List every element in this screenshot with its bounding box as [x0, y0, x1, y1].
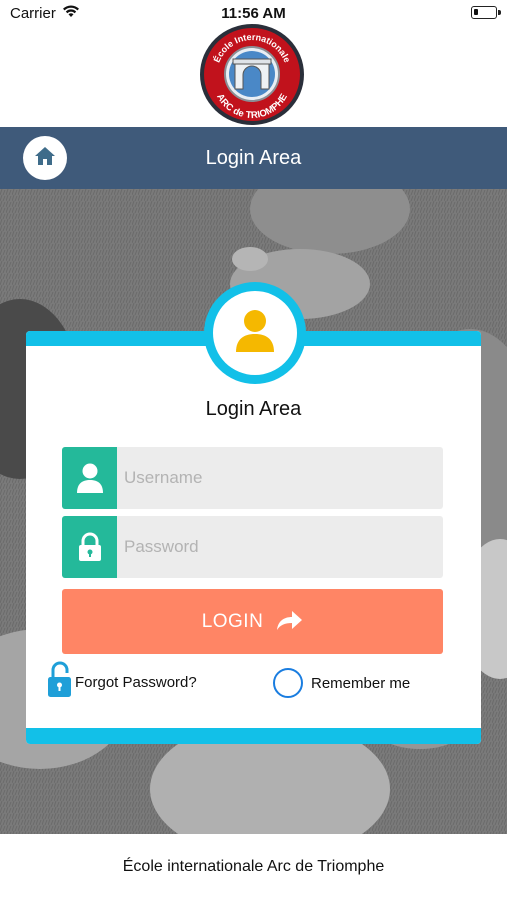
footer-text: École internationale Arc de Triomphe — [122, 858, 385, 875]
footer: École internationale Arc de Triomphe — [0, 834, 507, 900]
forgot-password-label: Forgot Password? — [75, 673, 197, 691]
username-field — [62, 447, 443, 509]
avatar — [204, 282, 306, 384]
header-title: Login Area — [205, 147, 302, 169]
user-icon — [235, 309, 275, 358]
username-input[interactable] — [117, 447, 443, 509]
remember-me-toggle[interactable]: Remember me — [273, 667, 410, 699]
user-icon — [62, 447, 117, 509]
unlock-icon — [45, 661, 73, 704]
login-button-label: LOGIN — [201, 610, 264, 632]
card-title: Login Area — [205, 398, 302, 420]
remember-me-radio[interactable] — [273, 668, 303, 698]
share-arrow-icon — [275, 609, 303, 634]
header-bar: Login Area — [0, 127, 507, 189]
password-input[interactable] — [117, 516, 443, 578]
school-logo: École Internationale ARC de TRIOMPHE — [199, 23, 305, 126]
clock: 11:56 AM — [221, 5, 286, 22]
password-field — [62, 516, 443, 578]
card-bottom-stripe — [26, 728, 481, 744]
forgot-password-link[interactable]: Forgot Password? — [45, 661, 197, 704]
battery-icon — [471, 6, 501, 19]
remember-me-label: Remember me — [311, 674, 411, 692]
login-button[interactable]: LOGIN — [62, 589, 443, 654]
lock-icon — [62, 516, 117, 578]
